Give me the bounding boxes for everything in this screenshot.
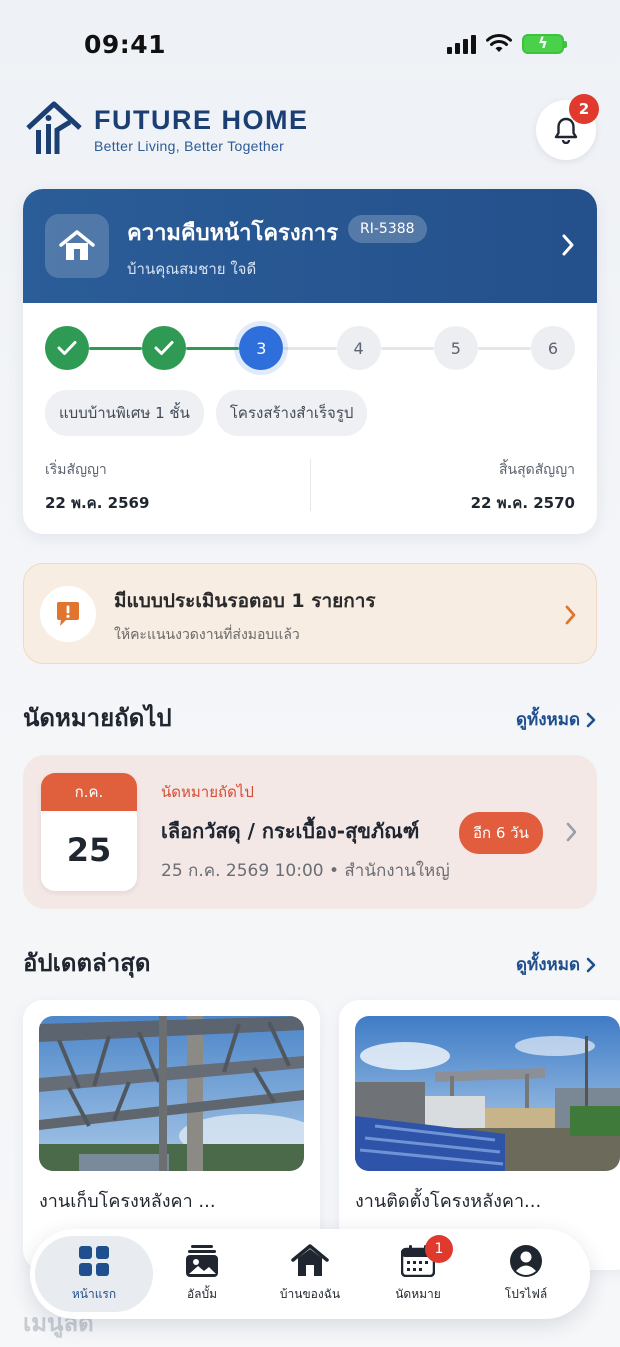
- appointment-kicker: นัดหมายถัดไป: [161, 783, 254, 801]
- contract-end-date: 22 พ.ค. 2570: [470, 494, 575, 512]
- signal-icon: [447, 34, 476, 54]
- step-connector: [477, 347, 531, 350]
- chevron-right-icon: [562, 234, 574, 256]
- appointments-section-title: นัดหมายถัดไป: [23, 704, 172, 732]
- appointment-title: เลือกวัสดุ / กระเบื้อง-สุขภัณฑ์: [161, 819, 420, 843]
- tab-album-label: อัลบั้ม: [186, 1287, 218, 1301]
- house-logo-icon: [26, 101, 82, 154]
- update-photo: [355, 1016, 620, 1171]
- status-icons: ϟ: [447, 34, 567, 54]
- progress-stepper: 3 4 5 6: [45, 326, 575, 370]
- tab-my-home[interactable]: บ้านของฉัน: [255, 1243, 365, 1304]
- house-icon: [291, 1244, 329, 1276]
- alert-message-icon: [57, 602, 79, 626]
- tab-my-home-label: บ้านของฉัน: [279, 1287, 341, 1301]
- tab-album[interactable]: อัลบั้ม: [147, 1243, 257, 1304]
- step-3: 3: [239, 326, 284, 370]
- appointment-meta: 25 ก.ค. 2569 10:00 • สำนักงานใหญ่: [161, 861, 450, 881]
- step-connector: [380, 347, 434, 350]
- project-progress-header[interactable]: ความคืบหน้าโครงการ RI-5388 บ้านคุณสมชาย …: [23, 189, 597, 303]
- house-icon: [59, 230, 95, 260]
- calendar-day: 25: [66, 831, 112, 869]
- contract-end-label: สิ้นสุดสัญญา: [498, 462, 575, 478]
- brand-tagline: Better Living, Better Together: [94, 137, 285, 154]
- tab-profile-label: โปรไฟล์: [504, 1287, 548, 1301]
- home-grid-icon: [79, 1246, 109, 1276]
- appointment-countdown-badge: อีก 6 วัน: [459, 812, 543, 854]
- construction-site-photo: [355, 1016, 620, 1171]
- contract-dates: เริ่มสัญญา 22 พ.ค. 2569 สิ้นสุดสัญญา 22 …: [45, 455, 575, 515]
- contract-end: สิ้นสุดสัญญา 22 พ.ค. 2570: [471, 459, 575, 515]
- divider: [310, 459, 311, 511]
- tab-appointments-label: นัดหมาย: [395, 1287, 441, 1301]
- step-6: 6: [531, 326, 575, 370]
- check-icon: [57, 341, 77, 355]
- pending-review-banner[interactable]: มีแบบประเมินรอตอบ 1 รายการ ให้คะแนนงวดงา…: [23, 563, 597, 664]
- step-2: [142, 326, 187, 370]
- updates-section-title: อัปเดตล่าสุด: [23, 949, 151, 977]
- album-icon: [186, 1245, 218, 1277]
- notification-button[interactable]: 2: [536, 94, 599, 160]
- step-connector: [283, 347, 337, 350]
- project-tags: แบบบ้านพิเศษ 1 ชั้น โครงสร้างสำเร็จรูป: [45, 390, 368, 436]
- tab-home[interactable]: หน้าแรก: [39, 1243, 149, 1304]
- roof-frame-photo: [39, 1016, 304, 1171]
- step-connector: [186, 347, 240, 350]
- step-1: [45, 326, 89, 370]
- bottom-tab-bar: หน้าแรก อัลบั้ม บ้านของฉัน 1 นัดหมาย โปร…: [30, 1229, 590, 1319]
- calendar-month: ก.ค.: [41, 773, 137, 811]
- brand-logo: FUTURE HOME Better Living, Better Togeth…: [24, 100, 309, 158]
- appointments-badge: 1: [425, 1235, 453, 1263]
- tab-profile[interactable]: โปรไฟล์: [471, 1243, 581, 1304]
- battery-icon: ϟ: [522, 34, 567, 54]
- see-all-label: ดูทั้งหมด: [516, 955, 580, 975]
- update-caption: งานเก็บโครงหลังคา ...: [39, 1191, 216, 1212]
- step-connector: [89, 347, 143, 350]
- brand-name: FUTURE HOME: [94, 104, 309, 135]
- project-progress-card[interactable]: ความคืบหน้าโครงการ RI-5388 บ้านคุณสมชาย …: [23, 189, 597, 534]
- project-code-chip: RI-5388: [348, 215, 427, 243]
- chevron-right-icon: [565, 605, 576, 625]
- appointments-see-all-link[interactable]: ดูทั้งหมด: [516, 706, 596, 733]
- tab-home-label: หน้าแรก: [71, 1287, 117, 1301]
- step-5: 5: [433, 326, 478, 370]
- review-title: มีแบบประเมินรอตอบ 1 รายการ: [114, 590, 376, 612]
- updates-see-all-link[interactable]: ดูทั้งหมด: [516, 951, 596, 978]
- tab-appointments[interactable]: 1 นัดหมาย: [363, 1235, 473, 1304]
- status-time: 09:41: [84, 30, 167, 59]
- project-owner: บ้านคุณสมชาย ใจดี: [127, 260, 257, 278]
- status-bar: 09:41 ϟ: [0, 0, 620, 90]
- contract-start-date: 22 พ.ค. 2569: [45, 494, 150, 512]
- chevron-right-icon: [566, 822, 577, 842]
- update-photo: [39, 1016, 304, 1171]
- project-tag: โครงสร้างสำเร็จรูป: [215, 390, 368, 436]
- contract-start: เริ่มสัญญา 22 พ.ค. 2569: [45, 459, 149, 515]
- next-appointment-card[interactable]: ก.ค. 25 นัดหมายถัดไป เลือกวัสดุ / กระเบื…: [23, 755, 597, 909]
- check-icon: [154, 341, 174, 355]
- update-caption: งานติดตั้งโครงหลังคา...: [355, 1191, 542, 1212]
- contract-start-label: เริ่มสัญญา: [45, 462, 107, 478]
- project-progress-title: ความคืบหน้าโครงการ: [127, 221, 339, 246]
- see-all-label: ดูทั้งหมด: [516, 710, 580, 730]
- review-subtitle: ให้คะแนนงวดงานที่ส่งมอบแล้ว: [114, 627, 300, 643]
- wifi-icon: [486, 34, 512, 52]
- project-tag: แบบบ้านพิเศษ 1 ชั้น: [45, 390, 204, 436]
- review-icon-wrap: [40, 586, 96, 642]
- home-tile: [45, 214, 109, 278]
- chevron-right-icon: [586, 712, 596, 727]
- notification-badge: 2: [569, 94, 599, 124]
- calendar-date-tile: ก.ค. 25: [41, 773, 137, 891]
- chevron-right-icon: [586, 957, 596, 972]
- profile-icon: [510, 1245, 542, 1277]
- step-4: 4: [336, 326, 381, 370]
